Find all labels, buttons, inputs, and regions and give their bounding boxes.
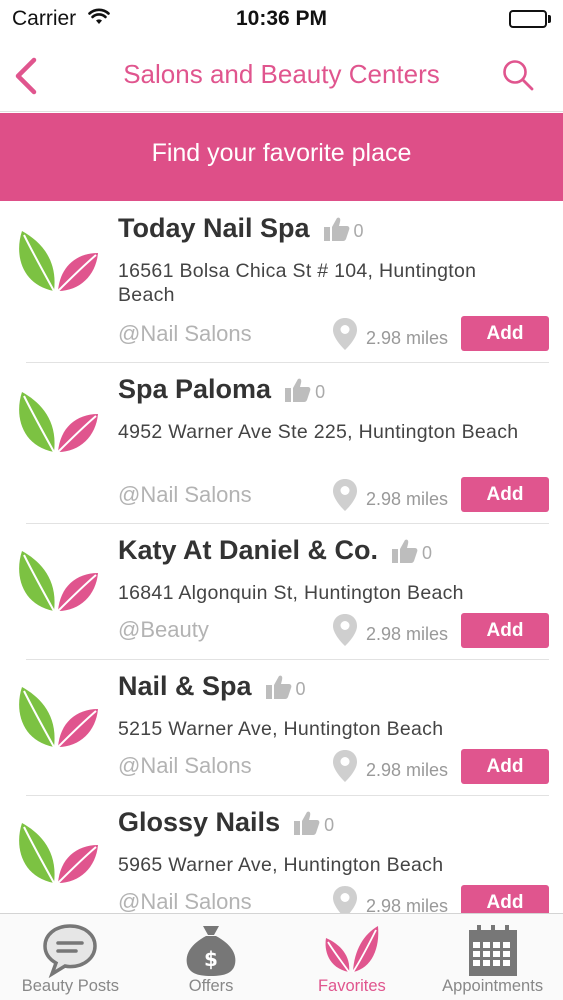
distance-text: 2.98 miles bbox=[366, 327, 449, 348]
list-item[interactable]: Today Nail Spa 0 16561 Bolsa Chica St # … bbox=[0, 201, 563, 363]
distance-info: 2.98 miles bbox=[332, 613, 448, 647]
thumbs-up-icon bbox=[294, 811, 320, 835]
list-item[interactable]: Nail & Spa 0 5215 Warner Ave, Huntington… bbox=[0, 659, 563, 796]
like-button[interactable]: 0 bbox=[283, 376, 325, 404]
like-count: 0 bbox=[422, 543, 433, 563]
status-time: 10:36 PM bbox=[235, 7, 328, 30]
add-button[interactable]: Add bbox=[461, 749, 549, 784]
like-button[interactable]: 0 bbox=[292, 809, 334, 837]
svg-text:$: $ bbox=[204, 947, 218, 971]
place-address: 16841 Algonquin St, Huntington Beach bbox=[118, 582, 464, 604]
leaf-icon bbox=[325, 926, 379, 973]
tab-label: Beauty Posts bbox=[21, 977, 119, 995]
location-pin-icon bbox=[333, 886, 357, 913]
like-count: 0 bbox=[295, 679, 306, 699]
place-category: @Nail Salons bbox=[118, 753, 252, 778]
leaf-logo-icon bbox=[19, 551, 98, 612]
list-item[interactable]: Spa Paloma 0 4952 Warner Ave Ste 225, Hu… bbox=[0, 362, 563, 524]
place-name[interactable]: Glossy Nails bbox=[118, 807, 280, 838]
place-category: @Beauty bbox=[118, 617, 209, 642]
like-count: 0 bbox=[315, 382, 326, 402]
tab-favorites[interactable]: Favorites bbox=[282, 914, 423, 1000]
battery-icon bbox=[509, 10, 551, 28]
thumbs-up-icon bbox=[392, 539, 418, 563]
distance-text: 2.98 miles bbox=[366, 623, 449, 644]
leaf-logo-icon bbox=[19, 687, 98, 748]
distance-text: 2.98 miles bbox=[366, 488, 449, 509]
add-button[interactable]: Add bbox=[461, 477, 549, 512]
add-button[interactable]: Add bbox=[461, 885, 549, 913]
place-name[interactable]: Today Nail Spa bbox=[118, 213, 310, 244]
chat-bubble-icon bbox=[43, 924, 98, 978]
location-pin-icon bbox=[333, 318, 357, 350]
tab-appointments[interactable]: Appointments bbox=[422, 914, 563, 1000]
distance-text: 2.98 miles bbox=[366, 895, 449, 914]
like-button[interactable]: 0 bbox=[322, 215, 364, 243]
tab-bar: Beauty Posts $ Offers Favorites Appointm… bbox=[0, 913, 563, 1000]
thumbs-up-icon bbox=[285, 378, 311, 402]
place-address: 5965 Warner Ave, Huntington Beach bbox=[118, 854, 444, 876]
like-count: 0 bbox=[324, 815, 335, 835]
place-category: @Nail Salons bbox=[118, 321, 252, 346]
search-banner[interactable]: Find your favorite place bbox=[0, 113, 563, 201]
place-name[interactable]: Spa Paloma bbox=[118, 374, 271, 405]
place-address: 5215 Warner Ave, Huntington Beach bbox=[118, 718, 444, 740]
location-pin-icon bbox=[333, 614, 357, 646]
like-button[interactable]: 0 bbox=[390, 537, 432, 565]
place-address: 16561 Bolsa Chica St # 104, Huntington B… bbox=[118, 260, 477, 306]
place-category: @Nail Salons bbox=[118, 889, 252, 913]
leaf-logo-icon bbox=[19, 392, 98, 453]
status-bar: Carrier 10:36 PM bbox=[0, 0, 563, 40]
list-item[interactable]: Katy At Daniel & Co. 0 16841 Algonquin S… bbox=[0, 523, 563, 660]
add-button[interactable]: Add bbox=[461, 613, 549, 648]
tab-label: Offers bbox=[188, 977, 234, 995]
calendar-icon bbox=[468, 925, 517, 976]
place-category: @Nail Salons bbox=[118, 482, 252, 507]
leaf-logo-icon bbox=[19, 231, 98, 292]
like-button[interactable]: 0 bbox=[264, 673, 306, 701]
add-button[interactable]: Add bbox=[461, 316, 549, 351]
banner-text: Find your favorite place bbox=[151, 139, 412, 167]
search-button[interactable] bbox=[499, 56, 539, 96]
thumbs-up-icon bbox=[265, 675, 291, 699]
place-name[interactable]: Katy At Daniel & Co. bbox=[118, 535, 378, 566]
location-pin-icon bbox=[333, 750, 357, 782]
place-name[interactable]: Nail & Spa bbox=[118, 671, 252, 702]
distance-text: 2.98 miles bbox=[366, 759, 449, 780]
page-title: Salons and Beauty Centers bbox=[123, 59, 440, 89]
thumbs-up-icon bbox=[323, 217, 349, 241]
navigation-bar: Salons and Beauty Centers bbox=[0, 40, 563, 112]
location-pin-icon bbox=[333, 479, 357, 511]
search-icon bbox=[503, 60, 534, 91]
money-bag-icon: $ bbox=[186, 926, 236, 976]
like-count: 0 bbox=[353, 221, 364, 241]
distance-info: 2.98 miles bbox=[332, 749, 448, 783]
distance-info: 2.98 miles bbox=[332, 317, 448, 351]
tab-beauty-posts[interactable]: Beauty Posts bbox=[0, 914, 141, 1000]
tab-label: Appointments bbox=[442, 977, 544, 995]
list-item[interactable]: Glossy Nails 0 5965 Warner Ave, Huntingt… bbox=[0, 795, 563, 913]
leaf-logo-icon bbox=[19, 823, 98, 884]
place-address: 4952 Warner Ave Ste 225, Huntington Beac… bbox=[118, 421, 519, 443]
distance-info: 2.98 miles bbox=[332, 478, 448, 512]
places-list[interactable]: Today Nail Spa 0 16561 Bolsa Chica St # … bbox=[0, 201, 563, 913]
tab-offers[interactable]: $ Offers bbox=[141, 914, 282, 1000]
distance-info: 2.98 miles bbox=[332, 885, 448, 913]
tab-label: Favorites bbox=[317, 977, 386, 995]
